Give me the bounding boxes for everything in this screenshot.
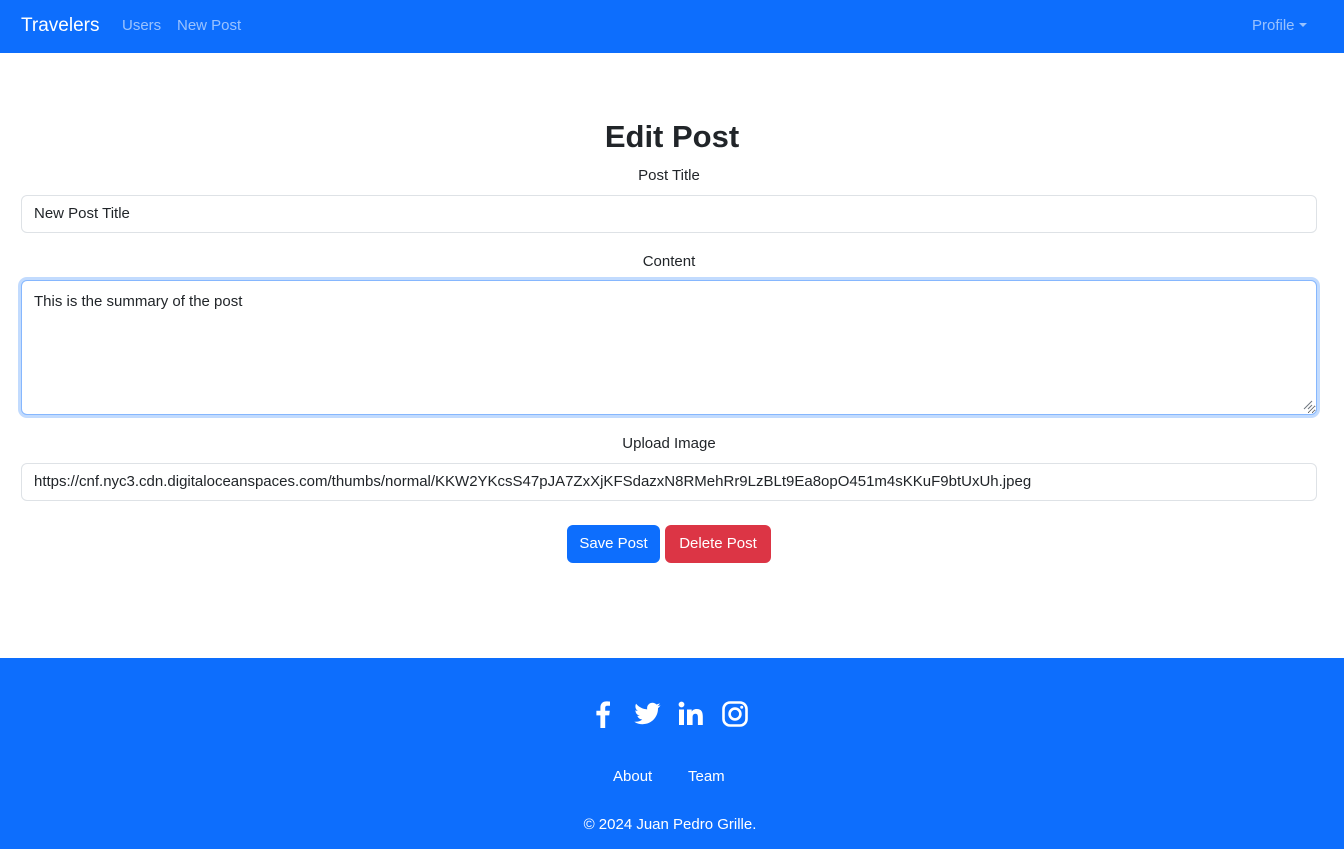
caret-down-icon xyxy=(1298,23,1307,27)
content-textarea[interactable]: This is the summary of the post xyxy=(21,280,1317,415)
footer-link-team[interactable]: Team xyxy=(688,767,725,787)
content-label: Content xyxy=(642,253,696,270)
page-title: Edit Post xyxy=(604,119,740,154)
image-url-input[interactable]: https://cnf.nyc3.cdn.digitaloceanspaces.… xyxy=(21,463,1317,501)
post-title-label: Post Title xyxy=(638,167,700,184)
upload-image-label: Upload Image xyxy=(622,435,716,452)
copyright-text: © 2024 Juan Pedro Grille. xyxy=(583,816,757,833)
profile-dropdown[interactable]: Profile xyxy=(1252,16,1307,36)
profile-dropdown-label: Profile xyxy=(1252,17,1295,34)
brand-link[interactable]: Travelers xyxy=(21,14,99,38)
instagram-icon[interactable] xyxy=(720,699,750,729)
linkedin-icon[interactable] xyxy=(676,699,706,729)
twitter-icon[interactable] xyxy=(632,699,662,729)
footer: About Team © 2024 Juan Pedro Grille. xyxy=(0,658,1344,849)
nav-link-users[interactable]: Users xyxy=(122,16,161,36)
footer-link-about[interactable]: About xyxy=(613,767,652,787)
facebook-icon[interactable] xyxy=(588,699,618,729)
save-post-button[interactable]: Save Post xyxy=(567,525,660,563)
resize-handle-icon[interactable] xyxy=(1301,398,1313,410)
delete-post-button[interactable]: Delete Post xyxy=(665,525,771,563)
post-title-input[interactable]: New Post Title xyxy=(21,195,1317,233)
navbar: Travelers Users New Post Profile xyxy=(0,0,1344,53)
nav-link-new-post[interactable]: New Post xyxy=(177,16,241,36)
